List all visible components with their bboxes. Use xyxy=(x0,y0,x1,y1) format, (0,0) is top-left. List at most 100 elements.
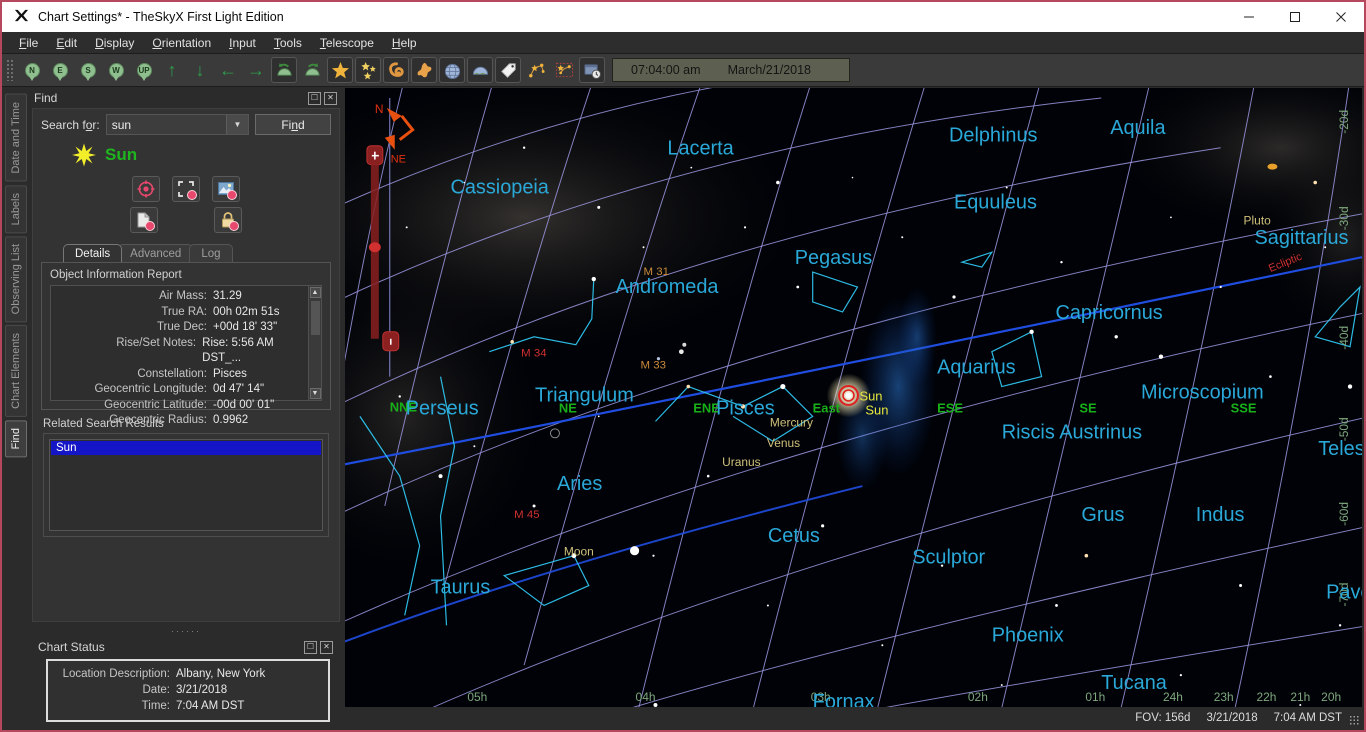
menu-tools[interactable]: Tools xyxy=(265,34,311,52)
float-panel-icon[interactable]: ☐ xyxy=(304,640,317,654)
sidebar-tab-date-and-time[interactable]: Date and Time xyxy=(5,94,27,182)
sidebar-tab-observing-list[interactable]: Observing List xyxy=(5,235,27,323)
title-bar: Chart Settings* - TheSkyX First Light Ed… xyxy=(2,2,1364,32)
sky-chart-canvas[interactable]: NNE NE ENE East ESE SE SSE 05h 04h 03h 0… xyxy=(345,88,1362,728)
related-search-results-title: Related Search Results xyxy=(43,418,164,430)
look-east-button[interactable]: E xyxy=(47,57,73,83)
center-target-button[interactable] xyxy=(132,176,160,202)
float-panel-icon[interactable]: ☐ xyxy=(308,91,321,105)
related-search-results-frame: Sun xyxy=(43,433,329,537)
scroll-up-icon[interactable]: ▲ xyxy=(309,287,321,298)
panel-splitter[interactable]: ······ xyxy=(28,622,344,637)
menu-file[interactable]: File xyxy=(10,34,47,52)
find-button[interactable]: Fi n d xyxy=(255,114,331,135)
show-galaxies-button[interactable] xyxy=(383,57,409,83)
date-time-button[interactable] xyxy=(579,57,605,83)
constellation-boundaries-button[interactable] xyxy=(551,57,577,83)
nebula-icon xyxy=(417,62,431,77)
close-button[interactable] xyxy=(1318,2,1364,32)
show-labels-button[interactable] xyxy=(495,57,521,83)
constellation-label: Aries xyxy=(557,473,602,495)
show-horizon-button[interactable] xyxy=(467,57,493,83)
chart-status-panel: Chart Status ☐ ✕ Location Description: Al… xyxy=(32,637,340,722)
maximize-button[interactable] xyxy=(1272,2,1318,32)
report-key: True RA: xyxy=(161,305,207,318)
tab-log[interactable]: Log xyxy=(189,244,233,262)
show-nebulae-button[interactable] xyxy=(411,57,437,83)
constellation-label: Phoenix xyxy=(992,624,1064,646)
window-title: Chart Settings* - TheSkyX First Light Ed… xyxy=(38,10,284,24)
constellation-label: Tucana xyxy=(1101,672,1168,694)
list-item[interactable]: Sun xyxy=(51,441,321,455)
related-search-results-list[interactable]: Sun xyxy=(49,439,323,531)
report-target-button[interactable] xyxy=(130,207,158,233)
scrollbar-thumb[interactable] xyxy=(310,301,320,335)
sidebar-tab-labels[interactable]: Labels xyxy=(5,184,27,233)
frame-target-button[interactable] xyxy=(172,176,200,202)
pan-left-button[interactable]: ← xyxy=(215,57,241,83)
object-label: Sun xyxy=(865,402,888,417)
sidebar-tab-find[interactable]: Find xyxy=(5,420,27,458)
clock-display[interactable]: 07:04:00 am March/21/2018 xyxy=(612,58,850,82)
rotate-horizon-left-button[interactable] xyxy=(271,57,297,83)
menu-help[interactable]: Help xyxy=(383,34,426,52)
pan-up-button[interactable]: ↑ xyxy=(159,57,185,83)
action-badge xyxy=(229,221,239,231)
main-toolbar: N E S W UP ↑ ↓ ← → 07:04:00 am March/21/… xyxy=(2,54,1364,87)
toolbar-grip[interactable] xyxy=(6,59,14,81)
show-stars-button[interactable] xyxy=(327,57,353,83)
pan-right-button[interactable]: → xyxy=(243,57,269,83)
rotate-horizon-right-button[interactable] xyxy=(299,57,325,83)
resize-grip[interactable] xyxy=(1349,715,1359,725)
sky-chart[interactable]: NNE NE ENE East ESE SE SSE 05h 04h 03h 0… xyxy=(345,88,1362,728)
constellation-label: Cassiopeia xyxy=(450,176,549,198)
constellation-lines-button[interactable] xyxy=(523,57,549,83)
constellation-label: Pisces xyxy=(716,397,775,419)
photo-target-button[interactable] xyxy=(212,176,240,202)
report-value: 00h 02m 51s xyxy=(213,305,280,318)
menu-orientation[interactable]: Orientation xyxy=(143,34,220,52)
dso-label: M 45 xyxy=(514,509,539,521)
minimize-button[interactable] xyxy=(1226,2,1272,32)
constellation-label: Indus xyxy=(1196,504,1245,526)
action-badge xyxy=(227,190,237,200)
menu-telescope[interactable]: Telescope xyxy=(311,34,383,52)
report-key: True Dec: xyxy=(156,321,207,333)
look-south-button[interactable]: S xyxy=(75,57,101,83)
down-arrow-icon: ↓ xyxy=(195,60,205,80)
look-up-button[interactable]: UP xyxy=(131,57,157,83)
close-panel-icon[interactable]: ✕ xyxy=(320,640,333,654)
close-panel-icon[interactable]: ✕ xyxy=(324,91,337,105)
action-row-1 xyxy=(132,176,240,202)
object-label: Moon xyxy=(564,545,594,559)
report-row: True Dec: +00d 18' 33" xyxy=(51,320,308,336)
found-object-row: Sun xyxy=(33,139,339,170)
pan-down-button[interactable]: ↓ xyxy=(187,57,213,83)
report-key: Geocentric Longitude: xyxy=(94,383,207,395)
menu-input[interactable]: Input xyxy=(220,34,265,52)
menu-display[interactable]: Display xyxy=(86,34,143,52)
scroll-down-icon[interactable]: ▼ xyxy=(309,388,321,399)
look-west-button[interactable]: W xyxy=(103,57,129,83)
tab-advanced[interactable]: Advanced xyxy=(118,244,194,262)
report-row: Rise/Set Notes: Rise: 5:56 AM DST_... xyxy=(51,336,308,367)
look-north-button[interactable]: N xyxy=(19,57,45,83)
multiple-stars-icon xyxy=(360,61,376,79)
constellation-label: Aquarius xyxy=(937,357,1016,379)
search-input[interactable]: sun ▼ xyxy=(105,114,249,135)
compass-up-icon: UP xyxy=(136,62,152,81)
show-star-clusters-button[interactable] xyxy=(355,57,381,83)
lock-target-button[interactable] xyxy=(214,207,242,233)
status-row: Location Description: Albany, New York xyxy=(48,666,328,682)
status-row: Time: 7:04 AM DST xyxy=(48,698,328,714)
tab-details[interactable]: Details xyxy=(63,244,123,262)
report-scrollbar[interactable]: ▲ ▼ xyxy=(308,286,321,400)
search-row: Search for: sun ▼ Fi n d xyxy=(33,109,339,139)
menu-edit[interactable]: Edit xyxy=(47,34,86,52)
ra-label: 04h xyxy=(636,690,656,704)
search-input-value: sun xyxy=(111,117,132,132)
sidebar-tab-chart-elements[interactable]: Chart Elements xyxy=(5,325,27,418)
show-grid-button[interactable] xyxy=(439,57,465,83)
action-badge xyxy=(187,190,197,200)
chevron-down-icon[interactable]: ▼ xyxy=(226,115,248,134)
